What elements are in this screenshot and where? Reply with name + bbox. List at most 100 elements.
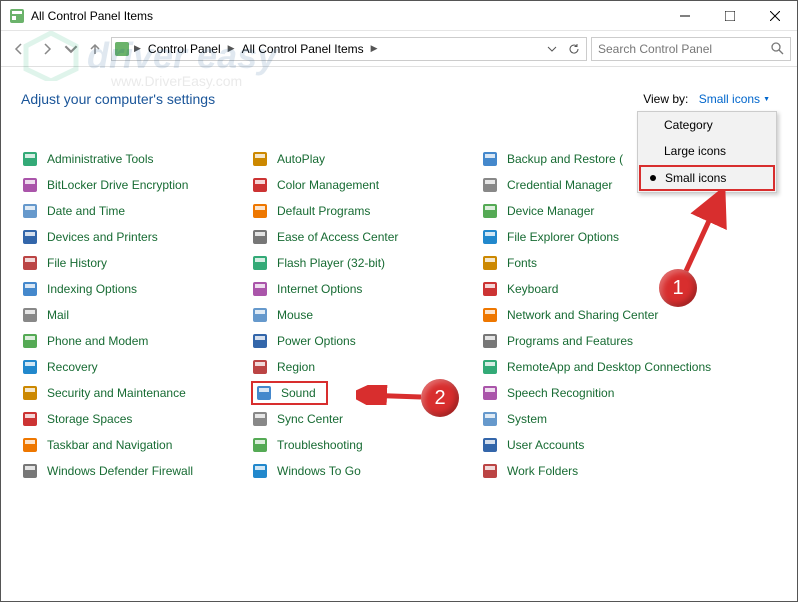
page-heading: Adjust your computer's settings [21,91,643,107]
item-label: Network and Sharing Center [507,308,658,322]
item-icon [21,150,39,168]
cp-item[interactable]: System [481,409,777,429]
cp-item[interactable]: Ease of Access Center [251,227,481,247]
view-option-large[interactable]: Large icons [638,138,776,164]
item-icon [251,150,269,168]
item-icon [251,228,269,246]
cp-item[interactable]: Flash Player (32-bit) [251,253,481,273]
item-label: Speech Recognition [507,386,614,400]
cp-item[interactable]: Taskbar and Navigation [21,435,251,455]
item-icon [21,228,39,246]
item-label: Power Options [277,334,356,348]
cp-item[interactable]: Network and Sharing Center [481,305,777,325]
item-icon [21,384,39,402]
item-icon [481,358,499,376]
item-icon [481,254,499,272]
items-grid: Administrative ToolsAutoPlayBackup and R… [21,149,777,481]
item-icon [251,254,269,272]
item-label: Indexing Options [47,282,137,296]
minimize-button[interactable] [662,1,707,31]
cp-item[interactable]: Programs and Features [481,331,777,351]
search-box[interactable]: Search Control Panel [591,37,791,61]
item-icon [481,280,499,298]
item-label: Windows Defender Firewall [47,464,193,478]
cp-item[interactable]: Windows Defender Firewall [21,461,251,481]
search-icon [771,42,784,55]
back-button[interactable] [7,37,31,61]
item-icon [251,462,269,480]
item-icon [21,306,39,324]
cp-item[interactable]: Storage Spaces [21,409,251,429]
cp-item[interactable]: Region [251,357,481,377]
title-bar: All Control Panel Items [1,1,797,31]
chevron-down-icon: ▼ [763,96,770,103]
maximize-button[interactable] [707,1,752,31]
item-icon [481,228,499,246]
up-button[interactable] [83,37,107,61]
breadcrumb-root[interactable]: Control Panel [145,42,224,56]
cp-item[interactable]: BitLocker Drive Encryption [21,175,251,195]
item-icon [255,384,273,402]
cp-item[interactable]: Recovery [21,357,251,377]
window-title: All Control Panel Items [31,9,662,23]
cp-item[interactable]: File Explorer Options [481,227,777,247]
cp-item[interactable]: Power Options [251,331,481,351]
address-bar[interactable]: ▶ Control Panel ▶ All Control Panel Item… [111,37,587,61]
cp-item[interactable]: RemoteApp and Desktop Connections [481,357,777,377]
cp-item[interactable]: Administrative Tools [21,149,251,169]
search-placeholder: Search Control Panel [598,42,712,56]
cp-item[interactable]: Internet Options [251,279,481,299]
cp-item[interactable]: AutoPlay [251,149,481,169]
item-label: Devices and Printers [47,230,158,244]
chevron-right-icon[interactable]: ▶ [369,43,380,54]
arrow-2 [356,385,426,405]
item-label: Sound [281,386,316,400]
item-icon [21,176,39,194]
view-option-category[interactable]: Category [638,112,776,138]
item-icon [21,254,39,272]
cp-item[interactable]: Indexing Options [21,279,251,299]
item-icon [481,462,499,480]
refresh-button[interactable] [564,38,584,60]
cp-item[interactable]: Work Folders [481,461,777,481]
cp-item[interactable]: User Accounts [481,435,777,455]
cp-item[interactable]: Default Programs [251,201,481,221]
view-option-small[interactable]: Small icons [639,165,775,191]
cp-item[interactable]: Windows To Go [251,461,481,481]
recent-locations-button[interactable] [63,37,79,61]
item-label: Security and Maintenance [47,386,186,400]
breadcrumb-current[interactable]: All Control Panel Items [239,42,367,56]
item-label: Date and Time [47,204,125,218]
cp-item[interactable]: Mouse [251,305,481,325]
item-icon [481,306,499,324]
cp-item[interactable]: Fonts [481,253,777,273]
cp-item[interactable]: Color Management [251,175,481,195]
cp-item[interactable]: Keyboard [481,279,777,299]
cp-item[interactable]: Security and Maintenance [21,383,251,403]
cp-item[interactable]: File History [21,253,251,273]
chevron-right-icon[interactable]: ▶ [226,43,237,54]
cp-item[interactable]: Device Manager [481,201,777,221]
cp-item[interactable]: Devices and Printers [21,227,251,247]
item-icon [251,306,269,324]
cp-item[interactable]: Date and Time [21,201,251,221]
item-label: Sync Center [277,412,343,426]
item-icon [21,332,39,350]
forward-button[interactable] [35,37,59,61]
close-button[interactable] [752,1,797,31]
item-label: Default Programs [277,204,370,218]
view-by-selector[interactable]: Small icons ▼ [692,89,777,109]
cp-item[interactable]: Phone and Modem [21,331,251,351]
item-label: Administrative Tools [47,152,154,166]
cp-item[interactable]: Troubleshooting [251,435,481,455]
item-label: Phone and Modem [47,334,148,348]
item-icon [481,332,499,350]
view-by-row: View by: Small icons ▼ Category Large ic… [643,89,777,109]
item-label: Recovery [47,360,98,374]
item-label: Taskbar and Navigation [47,438,172,452]
cp-item[interactable]: Speech Recognition [481,383,777,403]
view-option-small-label: Small icons [665,171,726,185]
address-dropdown-button[interactable] [542,38,562,60]
cp-item[interactable]: Mail [21,305,251,325]
chevron-right-icon[interactable]: ▶ [132,43,143,54]
